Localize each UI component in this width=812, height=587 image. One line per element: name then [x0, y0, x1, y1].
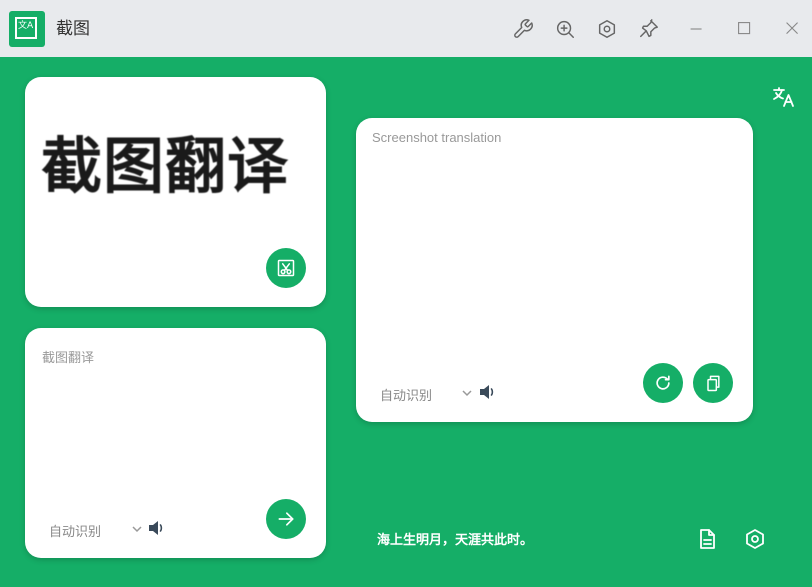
settings-icon[interactable]: [596, 18, 618, 40]
close-icon[interactable]: [782, 18, 804, 40]
maximize-icon[interactable]: [734, 18, 756, 40]
settings-icon[interactable]: [743, 527, 767, 551]
pin-icon[interactable]: [638, 18, 660, 40]
target-language-select[interactable]: 自动识别: [380, 385, 432, 404]
zoom-in-icon[interactable]: [554, 18, 576, 40]
source-text-card: 截图翻译 自动识别: [25, 328, 326, 558]
wrench-icon[interactable]: [512, 18, 534, 40]
speaker-icon[interactable]: [478, 382, 498, 402]
screenshot-scissors-icon: [277, 259, 295, 277]
app-logo: 文A: [9, 11, 45, 47]
title-bar: 文A 截图: [0, 0, 812, 57]
chevron-down-icon[interactable]: [461, 389, 473, 397]
translate-submit-button[interactable]: [266, 499, 306, 539]
screenshot-preview-card: 截图翻译: [25, 77, 326, 307]
translation-result-text[interactable]: Screenshot translation: [372, 130, 501, 145]
logo-glyph: 文A: [18, 21, 34, 31]
refresh-icon: [656, 375, 670, 390]
captured-image-text: 截图翻译: [41, 131, 290, 202]
footer-quote: 海上生明月，天涯共此时。: [377, 533, 534, 548]
source-text-input[interactable]: 截图翻译: [42, 347, 94, 366]
retranslate-button[interactable]: [643, 363, 683, 403]
minimize-icon[interactable]: [686, 18, 708, 40]
copy-icon: [707, 375, 720, 392]
chevron-down-icon[interactable]: [131, 525, 143, 533]
source-language-select[interactable]: 自动识别: [49, 521, 101, 540]
speaker-icon[interactable]: [147, 518, 167, 538]
screenshot-button[interactable]: [266, 248, 306, 288]
translate-icon[interactable]: [772, 86, 796, 108]
arrow-right-icon: [278, 512, 294, 526]
copy-button[interactable]: [693, 363, 733, 403]
document-icon[interactable]: [695, 527, 719, 551]
window-title: 截图: [56, 19, 90, 39]
translation-result-card: Screenshot translation 自动识别: [356, 118, 753, 422]
